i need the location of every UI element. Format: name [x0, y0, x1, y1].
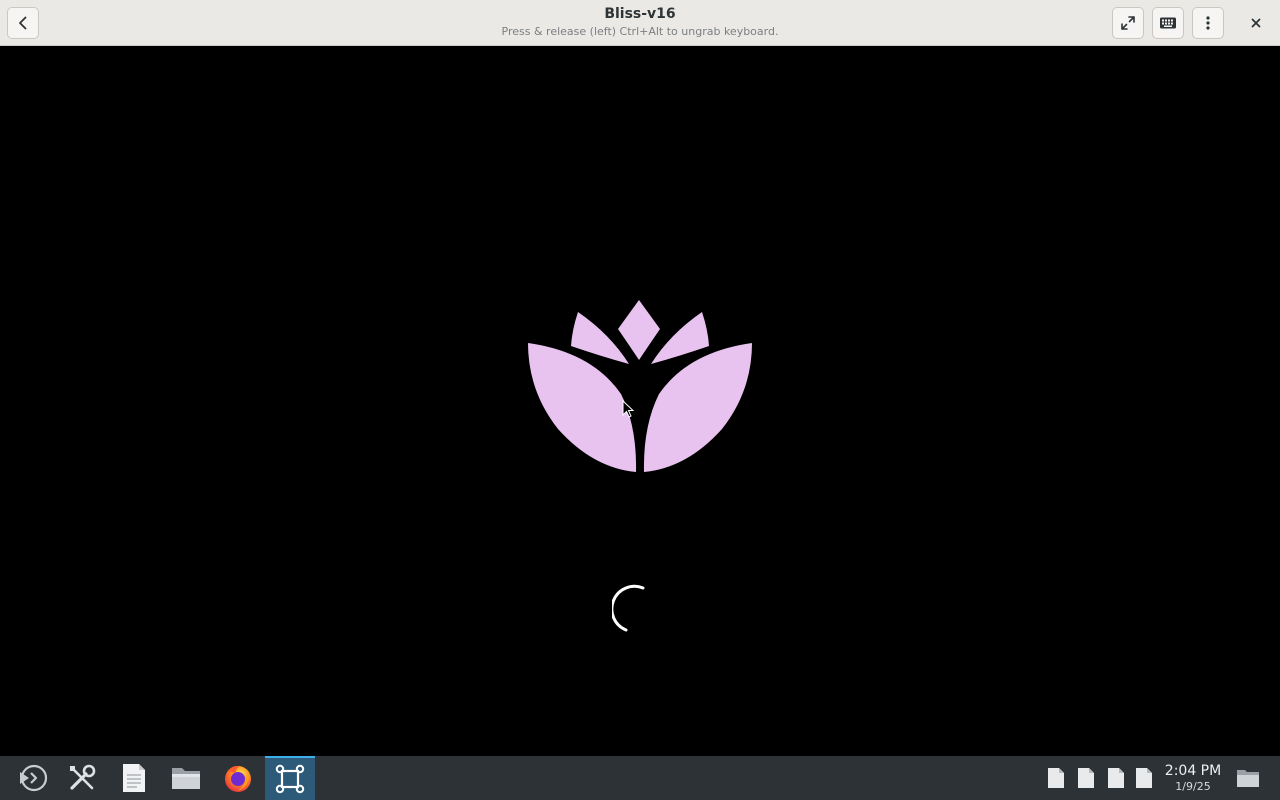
clock-date: 1/9/25: [1175, 780, 1211, 793]
application-launcher-button[interactable]: [8, 756, 58, 800]
vm-icon: [275, 764, 305, 794]
show-desktop-icon: [1237, 770, 1259, 787]
keyboard-icon: [1160, 17, 1176, 29]
document-icon[interactable]: [1134, 766, 1154, 790]
mouse-pointer: [622, 400, 635, 418]
keyboard-button[interactable]: [1152, 7, 1184, 39]
virtual-machine-manager-button[interactable]: [265, 756, 315, 800]
document-icon[interactable]: [1046, 766, 1066, 790]
document-icon[interactable]: [1076, 766, 1096, 790]
close-icon: [1251, 18, 1261, 28]
close-button[interactable]: [1240, 7, 1272, 39]
clock-time: 2:04 PM: [1164, 763, 1222, 779]
system-settings-button[interactable]: [57, 756, 107, 800]
digital-clock[interactable]: 2:04 PM 1/9/25: [1160, 763, 1226, 793]
vm-display[interactable]: [0, 46, 1280, 756]
window-titlebar: Bliss-v16 Press & release (left) Ctrl+Al…: [0, 0, 1280, 46]
back-button[interactable]: [7, 7, 39, 39]
taskbar: 2:04 PM 1/9/25: [0, 756, 1280, 800]
window-subtitle: Press & release (left) Ctrl+Alt to ungra…: [501, 25, 779, 38]
window-title: Bliss-v16: [604, 6, 676, 22]
go-back-icon: [19, 16, 27, 30]
fullscreen-icon: [1121, 16, 1135, 30]
title-area: Bliss-v16 Press & release (left) Ctrl+Al…: [340, 5, 940, 40]
more-options-icon: [1206, 16, 1210, 30]
folder-icon: [172, 768, 200, 789]
launcher-icon: [20, 764, 48, 792]
file-manager-button[interactable]: [161, 756, 211, 800]
firefox-button[interactable]: [213, 756, 263, 800]
tools-icon: [70, 764, 96, 790]
document-icon: [123, 764, 145, 792]
show-desktop-button[interactable]: [1234, 764, 1262, 792]
document-icon[interactable]: [1106, 766, 1126, 790]
fullscreen-button[interactable]: [1112, 7, 1144, 39]
more-options-button[interactable]: [1192, 7, 1224, 39]
text-editor-button[interactable]: [109, 756, 159, 800]
loading-spinner: [612, 584, 645, 632]
firefox-icon: [225, 765, 251, 792]
lotus-logo: [528, 300, 752, 472]
